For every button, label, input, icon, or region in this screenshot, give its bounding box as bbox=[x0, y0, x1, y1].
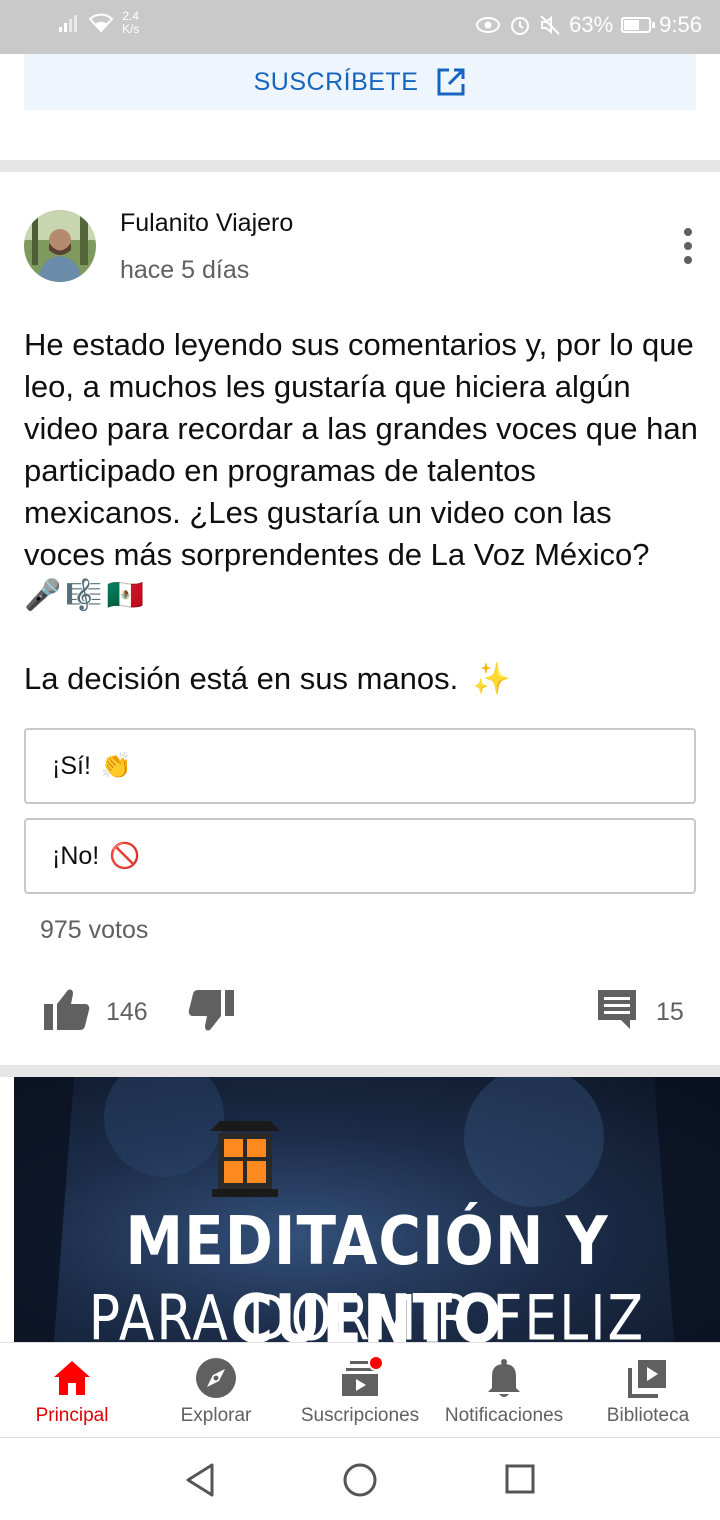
library-icon bbox=[628, 1360, 666, 1398]
post-closing-text: La decisión está en sus manos. bbox=[24, 660, 459, 696]
poll-option-yes[interactable]: ¡Sí! 👏 bbox=[24, 728, 696, 804]
clock: 9:56 bbox=[659, 12, 702, 37]
subscribe-label: SUSCRÍBETE bbox=[253, 67, 419, 96]
post-emojis: 🎤 🎼 🇲🇽 bbox=[24, 578, 144, 613]
music-score-emoji: 🎼 bbox=[65, 579, 103, 612]
nav-item-notificaciones[interactable]: Notificaciones bbox=[432, 1343, 576, 1439]
post-author[interactable]: Fulanito Viajero bbox=[120, 209, 293, 238]
comment-icon bbox=[598, 990, 636, 1029]
nav-label: Explorar bbox=[180, 1405, 252, 1426]
microphone-emoji: 🎤 bbox=[24, 579, 62, 612]
bottom-navigation: Principal Explorar Suscripciones Notific… bbox=[0, 1342, 720, 1438]
back-icon[interactable] bbox=[184, 1462, 216, 1498]
nav-label: Notificaciones bbox=[444, 1405, 564, 1426]
battery-icon bbox=[621, 17, 656, 33]
subscribe-banner[interactable]: SUSCRÍBETE bbox=[24, 54, 696, 110]
video-thumbnail[interactable]: MEDITACIÓN Y CUENTO PARA DORMIR FELIZ bbox=[14, 1077, 720, 1342]
home-icon bbox=[54, 1361, 90, 1395]
nav-item-explorar[interactable]: Explorar bbox=[144, 1343, 288, 1439]
nav-item-principal[interactable]: Principal bbox=[0, 1343, 144, 1439]
system-navigation-bar bbox=[0, 1438, 720, 1520]
home-circle-icon[interactable] bbox=[342, 1462, 378, 1498]
more-options-icon[interactable] bbox=[676, 226, 700, 266]
notification-dot bbox=[368, 1355, 384, 1371]
mexico-flag-emoji: 🇲🇽 bbox=[106, 579, 145, 612]
thumbnail-title-line2: PARA DORMIR FELIZ bbox=[88, 1283, 646, 1342]
post-body: He estado leyendo sus comentarios y, por… bbox=[24, 327, 698, 572]
like-count: 146 bbox=[106, 998, 148, 1026]
comment-button[interactable] bbox=[596, 988, 638, 1035]
avatar[interactable] bbox=[24, 210, 96, 282]
dislike-button[interactable] bbox=[188, 990, 234, 1037]
poll-option-label: ¡No! bbox=[52, 841, 100, 870]
like-button[interactable] bbox=[44, 988, 90, 1035]
alarm-icon bbox=[511, 17, 530, 35]
nav-item-suscripciones[interactable]: Suscripciones bbox=[288, 1343, 432, 1439]
status-left: 2.4 K/s bbox=[58, 10, 139, 36]
post-closing: La decisión está en sus manos. ✨ bbox=[24, 660, 511, 697]
section-divider bbox=[0, 160, 720, 172]
nav-label: Suscripciones bbox=[300, 1405, 420, 1426]
wifi-icon bbox=[88, 13, 114, 33]
poll-option-no[interactable]: ¡No! 🚫 bbox=[24, 818, 696, 894]
mute-icon bbox=[540, 15, 560, 35]
network-speed: 2.4 K/s bbox=[122, 9, 140, 36]
comment-count: 15 bbox=[656, 998, 684, 1026]
lantern-icon bbox=[210, 1121, 280, 1197]
compass-icon bbox=[196, 1358, 236, 1398]
thumbs-down-icon bbox=[188, 990, 234, 1031]
clapping-emoji: 👏 bbox=[100, 751, 133, 780]
poll-vote-count: 975 votos bbox=[40, 916, 149, 944]
status-bar: 2.4 K/s 63% 9:56 bbox=[0, 0, 720, 54]
eye-icon bbox=[476, 17, 501, 33]
poll-option-label: ¡Sí! bbox=[52, 751, 91, 780]
nav-item-biblioteca[interactable]: Biblioteca bbox=[576, 1343, 720, 1439]
thumbs-up-icon bbox=[44, 989, 90, 1030]
external-link-icon bbox=[437, 68, 465, 96]
section-divider bbox=[0, 1065, 720, 1077]
recents-icon[interactable] bbox=[504, 1463, 536, 1495]
battery-percent: 63% bbox=[569, 12, 614, 37]
prohibited-emoji: 🚫 bbox=[109, 841, 141, 870]
signal-icon bbox=[59, 15, 77, 32]
post-time: hace 5 días bbox=[120, 256, 250, 284]
nav-label: Biblioteca bbox=[606, 1405, 690, 1426]
status-right: 63% 9:56 bbox=[475, 12, 702, 38]
bell-icon bbox=[488, 1359, 520, 1397]
nav-label: Principal bbox=[35, 1405, 109, 1426]
sparkles-emoji: ✨ bbox=[472, 661, 511, 696]
